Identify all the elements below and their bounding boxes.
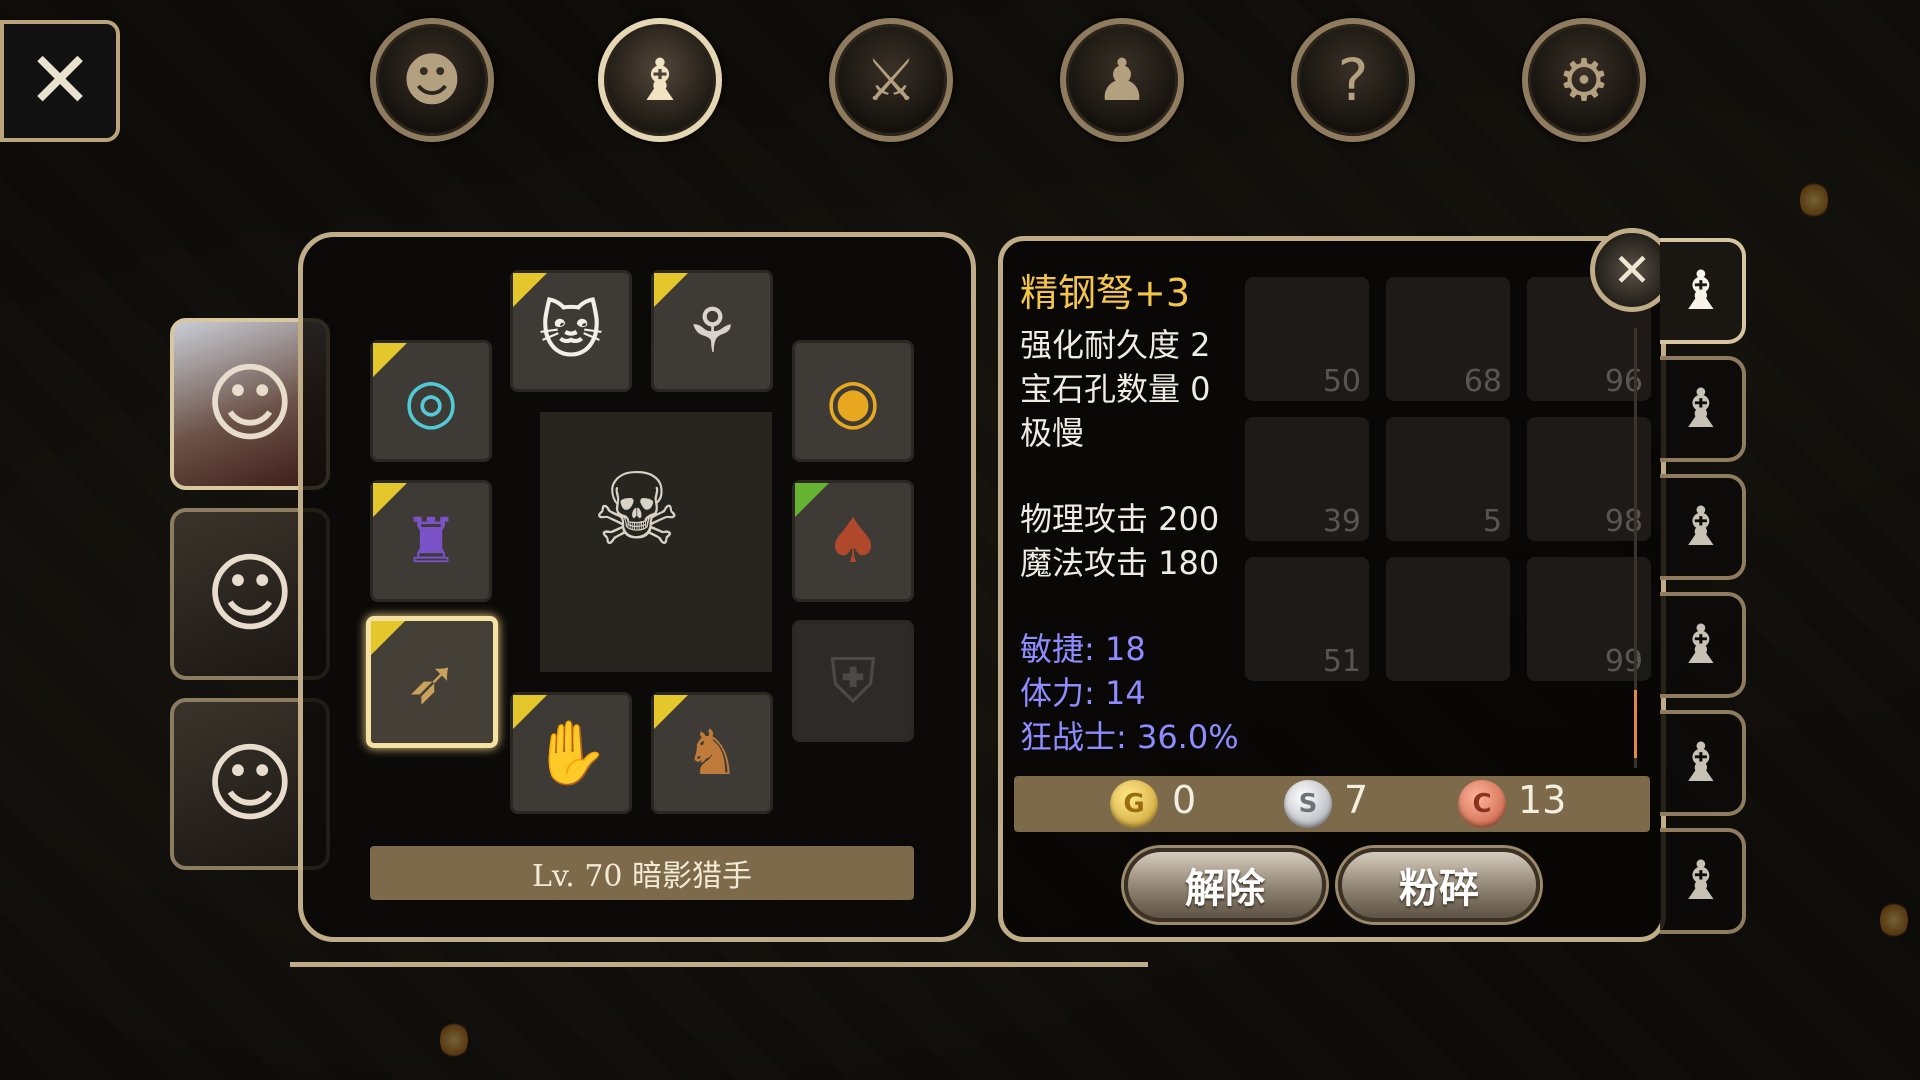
panel-divider: [290, 962, 1148, 967]
cat-mask-icon: 🐱: [538, 294, 604, 367]
unequip-button[interactable]: 解除: [1124, 848, 1326, 922]
equipped-marker: [373, 343, 407, 377]
stat-agility: 敏捷: 18: [1020, 630, 1146, 668]
stat-magic-attack: 魔法攻击 180: [1020, 544, 1220, 582]
item-count: 51: [1322, 644, 1361, 679]
bag-icon: ♝: [1676, 731, 1726, 794]
equipped-marker: [654, 695, 688, 729]
hero-face-icon: ☺: [205, 734, 295, 834]
bag-item-ghost: 50: [1245, 277, 1369, 401]
bag-item-ghost: [1386, 557, 1510, 681]
gold-ring-icon: ◉: [825, 364, 881, 437]
weapon-slot[interactable]: ➶: [366, 616, 498, 748]
ring-left-slot[interactable]: ◎: [370, 340, 492, 462]
stat-speed: 极慢: [1020, 414, 1085, 452]
bag-tab-quest[interactable]: ♝: [1660, 828, 1746, 934]
menu-settings-button[interactable]: ⚙: [1522, 18, 1646, 142]
menu-inventory-button[interactable]: ♝: [598, 18, 722, 142]
stat-gem-slots: 宝石孔数量 0: [1020, 370, 1211, 408]
party-icon: ♟: [1096, 46, 1148, 114]
bag-item-ghost: 39: [1245, 417, 1369, 541]
empty-shield-icon: ⛨: [829, 644, 877, 717]
bag-tab-3[interactable]: ♝: [1660, 474, 1746, 580]
bag-item-ghost: 99: [1527, 557, 1651, 681]
silver-coin-icon: S: [1284, 780, 1332, 828]
menu-party-button[interactable]: ♟: [1060, 18, 1184, 142]
item-count: 96: [1604, 364, 1643, 399]
equipped-marker: [513, 273, 547, 307]
gauntlet-icon: ✋: [532, 716, 610, 789]
armor-slot[interactable]: ♜: [370, 480, 492, 602]
boot-icon: ♞: [684, 716, 740, 789]
close-menu-button[interactable]: ✕: [0, 20, 120, 142]
hero-face-icon: ☺: [205, 354, 295, 454]
equipped-marker: [371, 621, 405, 655]
gloves-slot[interactable]: ✋: [510, 692, 632, 814]
equipped-marker: [654, 273, 688, 307]
character-sprite: ☠: [592, 451, 682, 568]
quest-bag-icon: ♝: [1676, 849, 1726, 912]
head-icon: ☻: [401, 46, 463, 114]
smash-button[interactable]: 粉碎: [1338, 848, 1540, 922]
copper-amount: 13: [1518, 778, 1567, 822]
bag-item-ghost: 68: [1386, 277, 1510, 401]
quest-scroll-icon: ?: [1337, 46, 1369, 114]
stat-durability: 强化耐久度 2: [1020, 326, 1211, 364]
detail-scrollbar-thumb[interactable]: [1634, 690, 1637, 758]
item-count: 68: [1463, 364, 1502, 399]
equipped-marker: [373, 483, 407, 517]
helmet-slot[interactable]: 🐱: [510, 270, 632, 392]
item-count: 50: [1322, 364, 1361, 399]
item-name: 精钢弩+3: [1020, 271, 1191, 315]
bag-icon: ♝: [1676, 613, 1726, 676]
stat-physical-attack: 物理攻击 200: [1020, 500, 1220, 538]
boots-slot[interactable]: ♞: [651, 692, 773, 814]
menu-character-button[interactable]: ☻: [370, 18, 494, 142]
crossbow-icon: ➶: [406, 645, 458, 718]
silver-amount: 7: [1344, 778, 1369, 822]
bag-tab-1[interactable]: ♝: [1660, 238, 1746, 344]
gold-coin-icon: G: [1110, 780, 1158, 828]
gold-amount: 0: [1172, 778, 1197, 822]
menu-quest-button[interactable]: ?: [1291, 18, 1415, 142]
claw-necklace-icon: ⚘: [684, 294, 740, 367]
purple-armor-icon: ♜: [403, 504, 459, 577]
red-cloak-icon: ♠: [825, 504, 881, 577]
bag-icon: ♝: [1676, 495, 1726, 558]
close-icon: ✕: [1612, 243, 1652, 297]
bag-icon: ♝: [1676, 377, 1726, 440]
equipped-marker: [513, 695, 547, 729]
item-count: 98: [1604, 504, 1643, 539]
cloak-slot[interactable]: ♠: [792, 480, 914, 602]
item-count: 39: [1322, 504, 1361, 539]
silver-ring-icon: ◎: [403, 364, 459, 437]
item-count: 99: [1604, 644, 1643, 679]
necklace-slot[interactable]: ⚘: [651, 270, 773, 392]
character-level-label: Lv. 70 暗影猎手: [370, 846, 914, 900]
stat-stamina: 体力: 14: [1020, 674, 1146, 712]
bag-tab-5[interactable]: ♝: [1660, 710, 1746, 816]
bag-icon: ♝: [1676, 259, 1726, 322]
bag-item-ghost: 98: [1527, 417, 1651, 541]
close-icon: ✕: [27, 36, 93, 126]
gear-icon: ⚙: [1558, 46, 1610, 114]
item-count: 5: [1482, 504, 1502, 539]
copper-coin-icon: C: [1458, 780, 1506, 828]
equipped-marker: [795, 483, 829, 517]
bag-icon: ♝: [634, 46, 686, 114]
ring-right-slot[interactable]: ◉: [792, 340, 914, 462]
stat-berserker: 狂战士: 36.0%: [1020, 718, 1239, 756]
bag-tab-2[interactable]: ♝: [1660, 356, 1746, 462]
hero-face-icon: ☺: [205, 544, 295, 644]
bag-item-ghost: 51: [1245, 557, 1369, 681]
bag-tab-4[interactable]: ♝: [1660, 592, 1746, 698]
offhand-slot[interactable]: ⛨: [792, 620, 914, 742]
bag-item-ghost: 5: [1386, 417, 1510, 541]
sword-compass-icon: ⚔: [865, 46, 917, 114]
menu-skills-button[interactable]: ⚔: [829, 18, 953, 142]
